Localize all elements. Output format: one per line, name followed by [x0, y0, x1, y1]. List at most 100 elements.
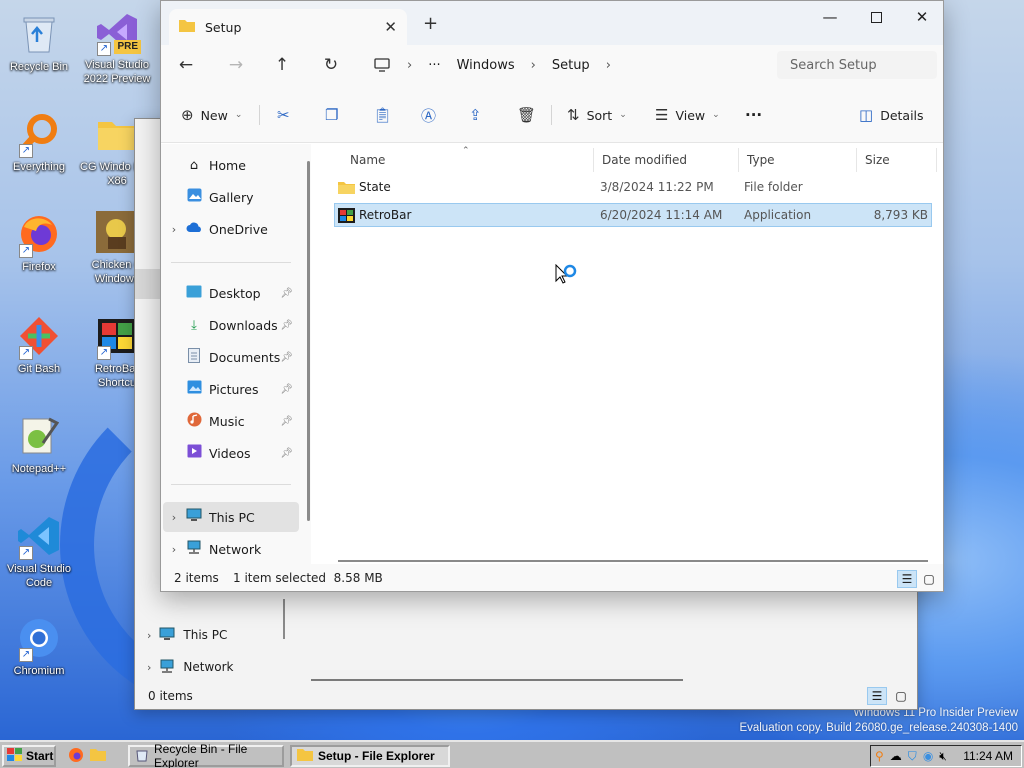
- back-nav-item-this-pc[interactable]: › This PC: [147, 623, 227, 647]
- desktop-icon-chromium[interactable]: ↗ Chromium: [1, 614, 77, 678]
- pin-icon[interactable]: 📌︎: [280, 416, 293, 427]
- start-button[interactable]: Start: [2, 745, 56, 767]
- rename-button[interactable]: Ⓐ: [421, 103, 436, 127]
- copy-button[interactable]: ❐: [325, 103, 338, 127]
- back-window-horizontal-scrollbar[interactable]: [311, 679, 683, 681]
- details-pane-button[interactable]: ◫ Details: [859, 103, 924, 127]
- title-bar[interactable]: Setup ✕ + — ✕: [161, 1, 943, 45]
- column-header-date-modified[interactable]: Date modified: [594, 148, 739, 172]
- chevron-right-icon[interactable]: ›: [163, 511, 185, 524]
- chevron-down-icon: ⌄: [234, 110, 243, 120]
- file-row-state[interactable]: State 3/8/2024 11:22 PM File folder: [334, 176, 932, 200]
- details-view-icon[interactable]: ☰: [897, 570, 917, 588]
- column-header-size[interactable]: Size: [857, 148, 937, 172]
- chevron-right-icon[interactable]: ›: [531, 58, 536, 73]
- minimize-icon[interactable]: —: [807, 5, 853, 29]
- setup-explorer-window[interactable]: Setup ✕ + — ✕ ← → ↑ ↻ › ··· Windows › Se…: [160, 0, 944, 592]
- chevron-right-icon[interactable]: ›: [163, 543, 185, 556]
- up-arrow-icon[interactable]: ↑: [267, 53, 297, 77]
- back-arrow-icon[interactable]: ←: [171, 53, 201, 77]
- paste-button[interactable]: 📋︎: [373, 103, 392, 127]
- back-window-nav-strip: [135, 269, 161, 299]
- pin-icon[interactable]: 📌︎: [280, 288, 293, 299]
- breadcrumb-item-windows[interactable]: Windows: [457, 58, 515, 73]
- forward-arrow-icon[interactable]: →: [221, 53, 251, 77]
- chevron-right-icon[interactable]: ›: [407, 58, 412, 73]
- close-tab-icon[interactable]: ✕: [384, 18, 397, 36]
- folder-icon[interactable]: [90, 747, 106, 766]
- large-icons-view-icon[interactable]: ▢: [891, 687, 911, 705]
- network-tray-icon[interactable]: ☁: [890, 749, 902, 763]
- desktop-icon-recycle-bin[interactable]: Recycle Bin: [1, 10, 77, 74]
- file-row-retrobar[interactable]: RetroBar 6/20/2024 11:14 AM Application …: [334, 203, 932, 227]
- nav-item-pictures[interactable]: Pictures 📌︎: [163, 374, 299, 404]
- pin-icon[interactable]: 📌︎: [280, 352, 293, 363]
- navigation-pane[interactable]: ⌂ Home Gallery › OneDrive Desktop 📌︎ ⤓ D…: [161, 144, 311, 564]
- nav-item-downloads[interactable]: ⤓ Downloads 📌︎: [163, 310, 299, 340]
- breadcrumb-overflow[interactable]: ···: [428, 58, 440, 73]
- chevron-down-icon: ⌄: [619, 110, 627, 120]
- horizontal-scrollbar[interactable]: [338, 560, 928, 562]
- view-lines-icon: ☰: [655, 106, 669, 124]
- taskbar-task-recycle-bin[interactable]: Recycle Bin - File Explorer: [128, 742, 284, 768]
- nav-item-home[interactable]: ⌂ Home: [163, 150, 299, 180]
- share-button[interactable]: ⇪: [469, 103, 482, 127]
- large-icons-view-icon[interactable]: ▢: [919, 570, 939, 588]
- nav-item-onedrive[interactable]: › OneDrive: [163, 214, 299, 244]
- defender-tray-icon[interactable]: ⛉: [908, 749, 917, 764]
- sort-button[interactable]: ⇅ Sort ⌄: [567, 103, 627, 127]
- this-pc-monitor-icon[interactable]: [367, 53, 397, 77]
- pin-icon[interactable]: 📌︎: [280, 448, 293, 459]
- column-header-type[interactable]: Type: [739, 148, 857, 172]
- view-button-label: View: [675, 107, 706, 123]
- chevron-right-icon[interactable]: ›: [147, 661, 151, 674]
- column-header-name[interactable]: Name ⌃: [342, 146, 594, 172]
- taskbar-clock[interactable]: 11:24 AM: [963, 749, 1013, 763]
- desktop-icon-label: Visual Studio 2022 Preview: [83, 59, 151, 85]
- nav-item-gallery[interactable]: Gallery: [163, 182, 299, 212]
- back-window-pane-splitter[interactable]: [283, 599, 285, 639]
- refresh-icon[interactable]: ↻: [316, 53, 346, 77]
- maximize-icon[interactable]: [853, 5, 899, 29]
- pin-icon[interactable]: 📌︎: [280, 384, 293, 395]
- nav-item-this-pc[interactable]: › This PC: [163, 502, 299, 532]
- taskbar-task-setup[interactable]: Setup - File Explorer: [290, 745, 450, 767]
- pane-splitter[interactable]: [307, 161, 310, 521]
- nav-item-documents[interactable]: Documents 📌︎: [163, 342, 299, 372]
- cut-button[interactable]: ✂: [277, 103, 290, 127]
- delete-button[interactable]: 🗑︎: [517, 103, 536, 127]
- chevron-right-icon[interactable]: ›: [606, 58, 611, 73]
- chevron-right-icon[interactable]: ›: [147, 629, 151, 642]
- desktop-icon-git-bash[interactable]: ↗ Git Bash: [1, 312, 77, 376]
- desktop-icon-firefox[interactable]: ↗ Firefox: [1, 210, 77, 274]
- view-button[interactable]: ☰ View ⌄: [655, 103, 720, 127]
- details-view-icon[interactable]: ☰: [867, 687, 887, 705]
- tab-setup[interactable]: Setup ✕: [169, 9, 407, 45]
- chevron-right-icon[interactable]: ›: [163, 223, 185, 236]
- desktop-icon-everything[interactable]: ↗ Everything: [1, 110, 77, 174]
- nav-item-network[interactable]: › Network: [163, 534, 299, 564]
- nav-item-desktop[interactable]: Desktop 📌︎: [163, 278, 299, 308]
- close-window-icon[interactable]: ✕: [899, 5, 943, 29]
- desktop-icon-notepad-plus-plus[interactable]: Notepad++: [1, 412, 77, 476]
- file-list[interactable]: Name ⌃ Date modified Type Size State 3/8…: [318, 144, 943, 564]
- chromium-tray-icon[interactable]: ◉: [923, 749, 933, 763]
- status-item-count: 2 items: [174, 571, 219, 585]
- back-nav-item-network[interactable]: › Network: [147, 655, 234, 679]
- firefox-icon[interactable]: [68, 747, 84, 766]
- more-options-button[interactable]: ···: [745, 103, 762, 127]
- pin-icon[interactable]: 📌︎: [280, 320, 293, 331]
- search-input[interactable]: Search Setup: [777, 51, 937, 79]
- desktop-icon-vscode[interactable]: ↗ Visual Studio Code: [1, 512, 77, 590]
- desktop-icon-label: Firefox: [22, 261, 56, 273]
- desktop-icon-visual-studio-2022[interactable]: PRE ↗ Visual Studio 2022 Preview: [79, 8, 155, 86]
- nav-item-music[interactable]: Music 📌︎: [163, 406, 299, 436]
- breadcrumb-item-setup[interactable]: Setup: [552, 58, 590, 73]
- new-button[interactable]: ⊕ New ⌄: [181, 103, 242, 127]
- nav-item-label: Gallery: [209, 189, 254, 205]
- command-bar: ⊕ New ⌄ ✂ ❐ 📋︎ Ⓐ ⇪ 🗑︎ ⇅ Sort ⌄ ☰ View ⌄ …: [161, 85, 943, 143]
- nav-item-videos[interactable]: Videos 📌︎: [163, 438, 299, 468]
- volume-muted-icon[interactable]: 🔇︎: [939, 749, 947, 764]
- everything-tray-icon[interactable]: ⚲: [875, 749, 884, 763]
- new-tab-icon[interactable]: +: [423, 13, 438, 34]
